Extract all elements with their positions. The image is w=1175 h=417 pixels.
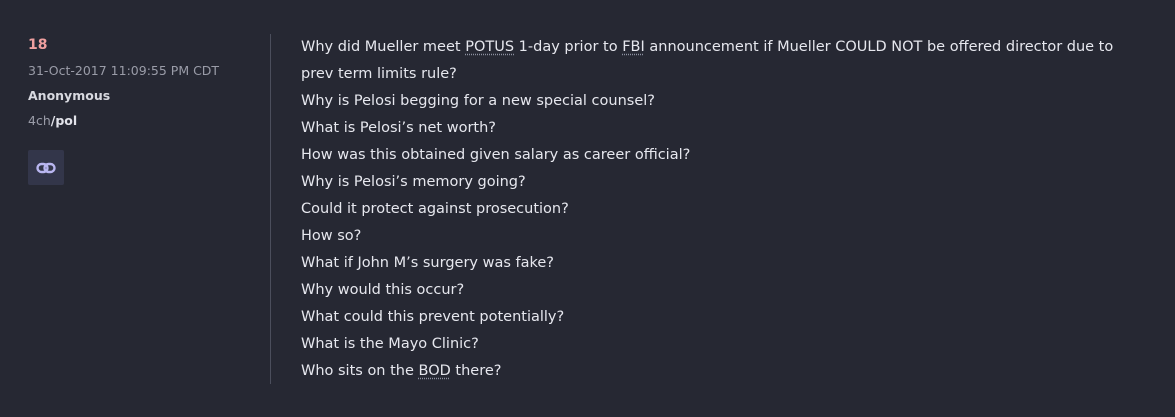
message-line: What if John M’s surgery was fake? [301,255,554,271]
message-line: Could it protect against prosecution? [301,201,569,217]
post-number[interactable]: 18 [28,36,258,54]
abbreviation-fbi[interactable]: FBI [622,39,645,55]
text-fragment: announcement if Mueller COULD NOT be off… [644,39,1114,55]
message-line: Why is Pelosi begging for a new special … [301,93,655,109]
message-line: What is the Mayo Clinic? [301,336,479,352]
message-line: What is Pelosi’s net worth? [301,120,496,136]
post-source: 4ch/pol [28,113,258,129]
message-line: prev term limits rule? [301,66,457,82]
text-fragment: there? [450,363,502,379]
message-line: How so? [301,228,362,244]
post-timestamp: 31-Oct-2017 11:09:55 PM CDT [28,63,220,78]
post-container: 18 31-Oct-2017 11:09:55 PM CDT Anonymous… [0,0,1175,417]
message-line: Why did Mueller meet POTUS 1-day prior t… [301,34,1141,61]
source-board[interactable]: /pol [51,113,77,128]
message-line: Who sits on the BOD there? [301,358,1141,385]
text-fragment: 1-day prior to [514,39,623,55]
text-fragment: Why did Mueller meet [301,39,466,55]
divider [270,34,271,384]
copy-link-button[interactable] [28,150,64,185]
link-icon [36,162,56,174]
message-line: What could this prevent potentially? [301,309,565,325]
abbreviation-potus[interactable]: POTUS [465,39,514,55]
source-prefix: 4ch [28,113,51,128]
post-meta: 18 31-Oct-2017 11:09:55 PM CDT Anonymous… [28,36,258,129]
post-message: Why did Mueller meet POTUS 1-day prior t… [301,34,1141,385]
text-fragment: Who sits on the [301,363,419,379]
message-line: Why is Pelosi’s memory going? [301,174,526,190]
abbreviation-bod[interactable]: BOD [419,363,451,379]
post-author: Anonymous [28,88,111,103]
message-line: How was this obtained given salary as ca… [301,147,691,163]
message-line: Why would this occur? [301,282,465,298]
